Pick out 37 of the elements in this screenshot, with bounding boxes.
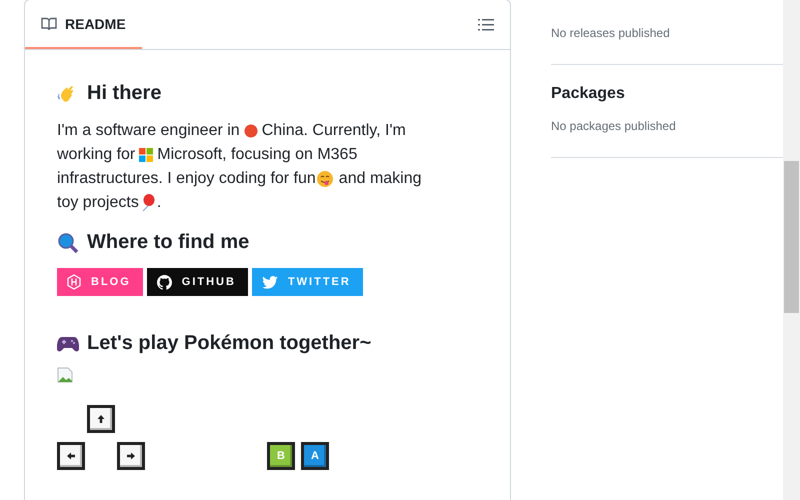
empty-note: No releases published bbox=[551, 26, 671, 40]
github-cat-icon bbox=[156, 274, 172, 290]
arrow-key[interactable] bbox=[117, 442, 145, 470]
heading: Hi there bbox=[87, 82, 162, 105]
paragraph-text: I'm a software engineer in bbox=[57, 121, 240, 141]
paragraph-text: infrastructures. I enjoy coding for fun bbox=[57, 169, 316, 189]
link-badge[interactable]: BLOG bbox=[57, 268, 143, 296]
readme-tab[interactable]: README bbox=[25, 1, 142, 49]
arrow-key[interactable] bbox=[57, 442, 85, 470]
arrow-key[interactable] bbox=[87, 405, 115, 433]
link-badge[interactable]: TWITTER bbox=[252, 268, 363, 296]
hexagon-h-icon bbox=[67, 274, 81, 290]
scrollbar[interactable] bbox=[783, 0, 800, 500]
game-controller-icon bbox=[57, 336, 79, 352]
outline-list-icon[interactable] bbox=[478, 18, 494, 32]
four-squares-logo-icon bbox=[139, 148, 154, 162]
heading: Where to find me bbox=[87, 231, 250, 254]
section-title: Packages bbox=[551, 85, 626, 103]
paragraph-text: China. Currently, I'm bbox=[262, 121, 406, 141]
paragraph-text: . bbox=[156, 193, 162, 213]
bird-icon bbox=[262, 276, 278, 288]
paragraph-text: toy projects bbox=[57, 193, 139, 213]
letter-key[interactable]: A bbox=[301, 442, 329, 470]
broken-image-icon bbox=[57, 367, 73, 383]
paragraph-text: and making bbox=[338, 169, 422, 189]
letter-key[interactable]: B bbox=[267, 442, 295, 470]
heading: Let's play Pokémon together~ bbox=[87, 332, 372, 355]
magnifier-icon bbox=[57, 232, 79, 254]
balloon-icon bbox=[140, 194, 155, 212]
empty-note: No packages published bbox=[551, 119, 677, 133]
paragraph-text: Microsoft, focusing on M365 bbox=[157, 145, 358, 165]
dot-icon bbox=[244, 124, 258, 138]
scrollbar-thumb[interactable] bbox=[784, 161, 799, 313]
link-badge[interactable]: GITHUB bbox=[146, 268, 248, 296]
tongue-face-icon bbox=[316, 171, 333, 187]
book-icon bbox=[41, 16, 57, 32]
paragraph-text: working for bbox=[57, 145, 136, 165]
